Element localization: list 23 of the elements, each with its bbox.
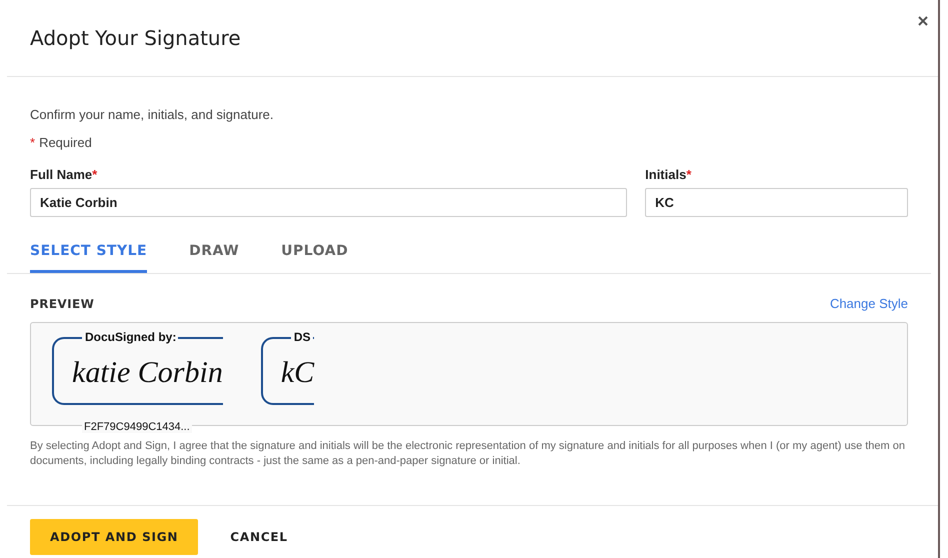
dialog-title: Adopt Your Signature [30,26,241,50]
preview-label: PREVIEW [30,296,94,310]
stamp-header: DocuSigned by: [82,329,178,345]
required-note: Required [39,135,92,150]
tab[interactable]: SELECT STYLE [30,239,148,273]
field-label: Full Name [30,167,92,182]
instruction-text: Confirm your name, initials, and signature. [30,107,275,122]
required-mark: * [30,135,36,150]
change-style-link[interactable]: Change Style [830,296,908,311]
text-field[interactable]: Katie Corbin [30,188,628,217]
tab[interactable]: DRAW [189,239,240,273]
close-icon[interactable] [916,14,930,28]
text-field[interactable]: KC [645,188,908,217]
tab[interactable]: UPLOAD [281,239,348,273]
required-mark: * [92,167,98,182]
adopt-button[interactable]: ADOPT AND SIGN [30,519,198,555]
disclaimer-text: By selecting Adopt and Sign, I agree that the signature and initials will be the electronic representation of my signature and initials for all purposes when I (or my agent) use them on documents, including legally binding contracts - just the same as a pen-and-paper signature or initial. [30,439,906,469]
signature-text: katie Corbin [72,356,223,390]
field-label: Initials [645,167,686,182]
stamp-id: F2F79C9499C1434... [82,421,192,433]
cancel-button[interactable]: CANCEL [230,519,288,555]
signature-text: kC [280,356,314,390]
required-mark: * [686,167,692,182]
